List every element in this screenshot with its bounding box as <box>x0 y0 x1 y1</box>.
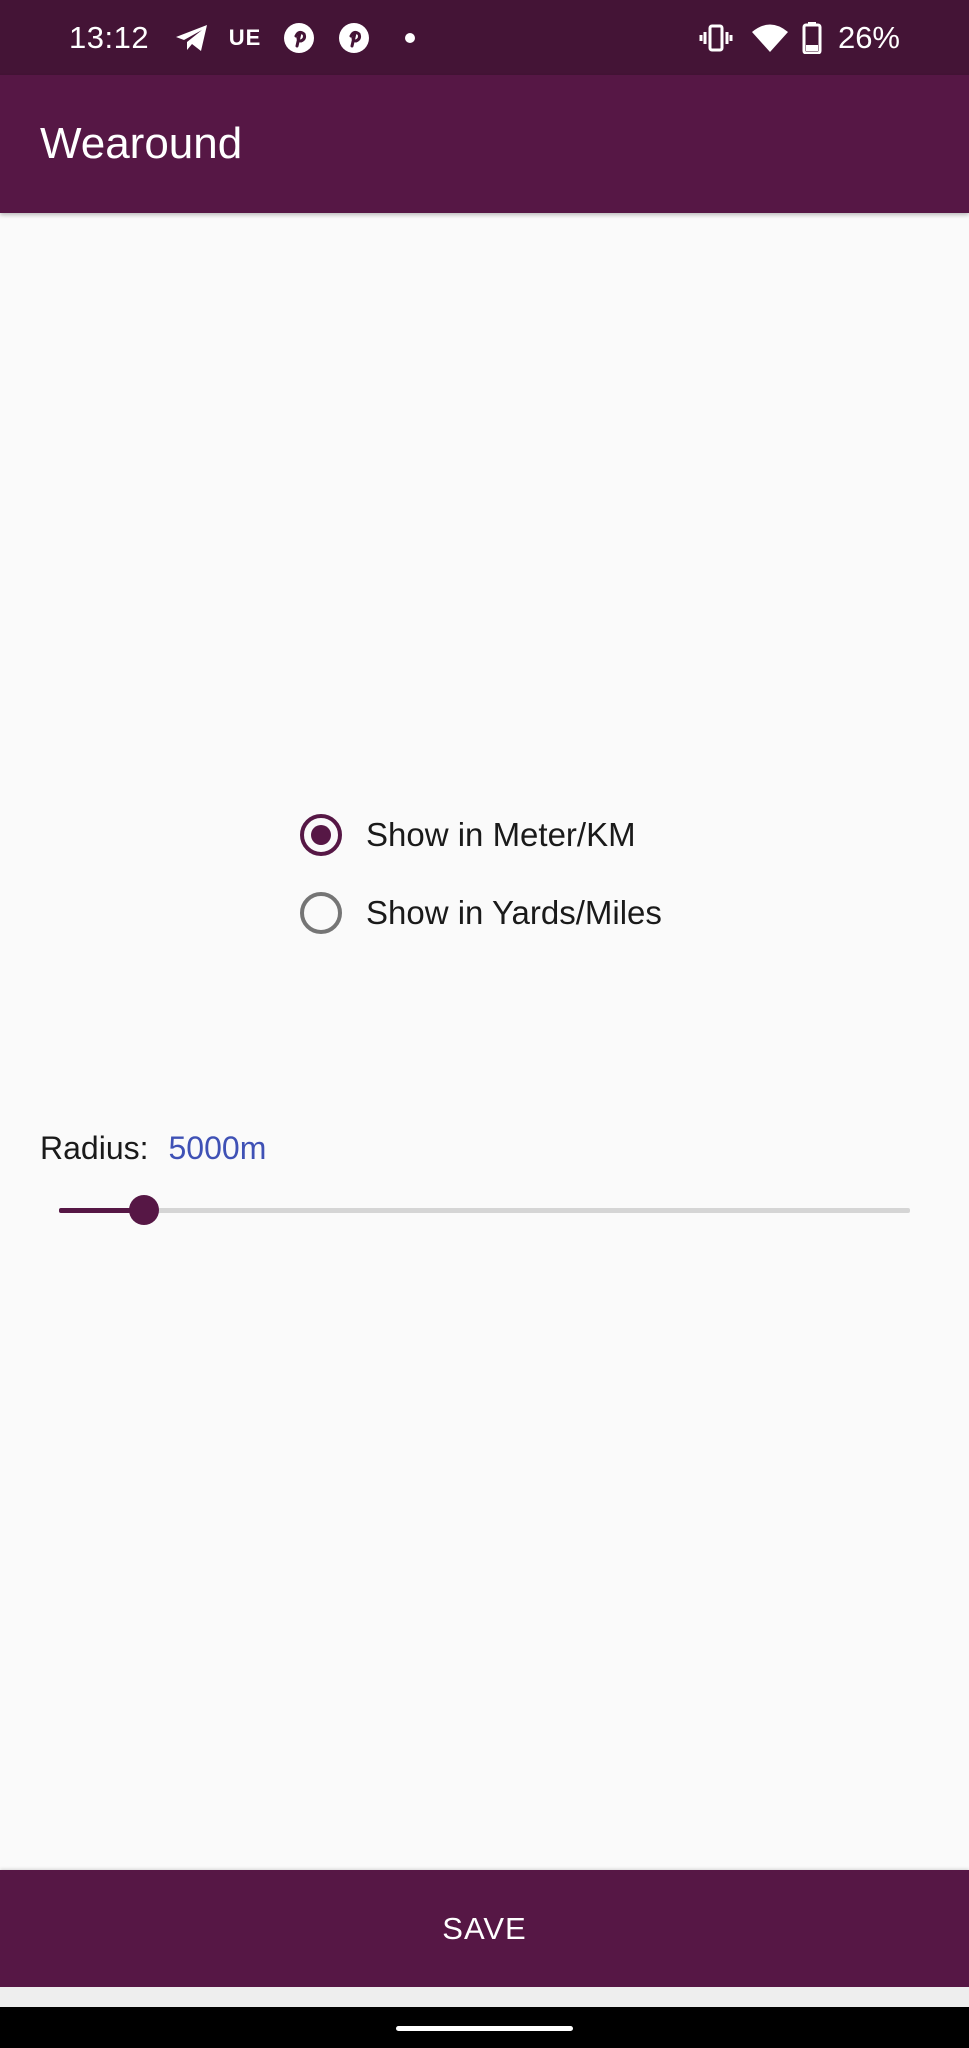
radius-value: 5000m <box>168 1130 267 1166</box>
status-bar: 13:12 UE 26% <box>0 0 969 75</box>
wifi-icon <box>750 22 790 54</box>
battery-percent: 26% <box>837 20 900 55</box>
app-bar: Wearound <box>0 75 969 213</box>
slider-thumb[interactable] <box>129 1195 159 1225</box>
battery-icon <box>799 22 825 54</box>
pinterest-icon <box>337 22 371 54</box>
radio-dot <box>311 825 331 845</box>
radio-checked-icon[interactable] <box>300 814 342 856</box>
pinterest-icon <box>282 22 316 54</box>
radius-label: Radius: <box>40 1130 149 1166</box>
bottom-divider <box>0 1987 969 2007</box>
status-time: 13:12 <box>69 20 150 55</box>
radio-yards-miles[interactable]: Show in Yards/Miles <box>300 874 662 952</box>
app-title: Wearound <box>40 119 243 168</box>
settings-screen: 13:12 UE 26% Wearound Show in Meter/KM S… <box>0 0 969 2048</box>
radius-slider[interactable] <box>59 1190 910 1230</box>
save-button[interactable]: SAVE <box>0 1870 969 1987</box>
radio-meter-km[interactable]: Show in Meter/KM <box>300 796 662 874</box>
radio-unchecked-icon[interactable] <box>300 892 342 934</box>
radio-label-yards-miles: Show in Yards/Miles <box>366 894 662 931</box>
navigation-bar <box>0 2007 969 2048</box>
unit-radio-group: Show in Meter/KM Show in Yards/Miles <box>300 796 662 952</box>
vibrate-icon <box>698 22 734 54</box>
more-dot-icon <box>400 22 420 54</box>
radio-label-meter-km: Show in Meter/KM <box>366 816 636 853</box>
ue-icon: UE <box>228 25 262 50</box>
slider-track[interactable] <box>59 1208 910 1213</box>
telegram-icon <box>172 22 212 54</box>
radius-row: Radius: 5000m <box>40 1130 266 1167</box>
home-gesture-handle[interactable] <box>396 2026 573 2031</box>
